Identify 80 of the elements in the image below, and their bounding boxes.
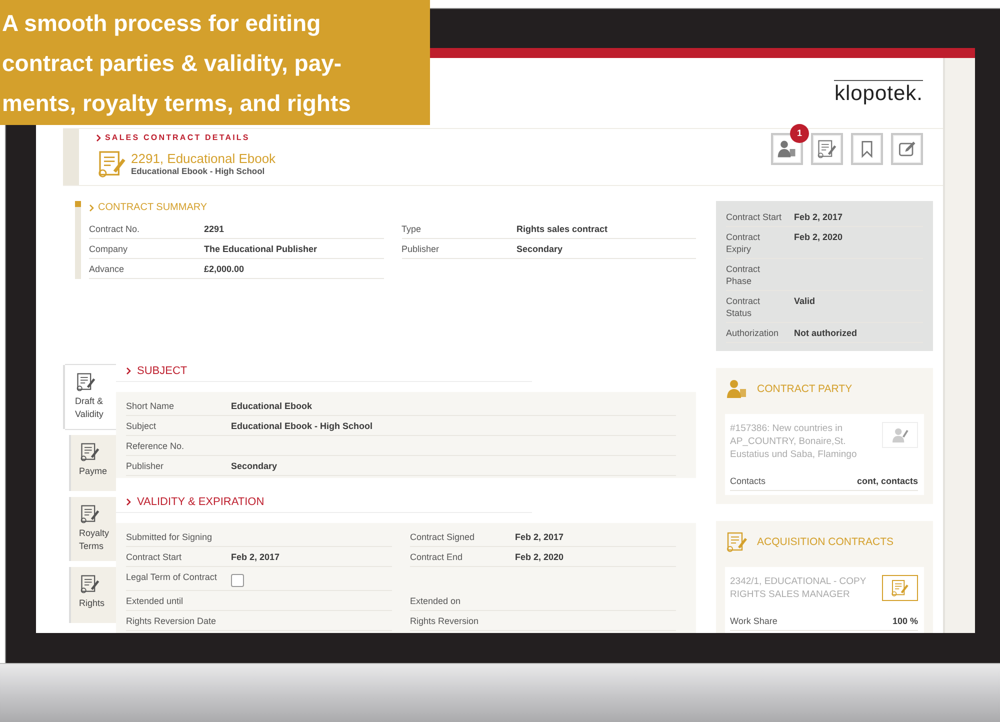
field-label: Short Name: [126, 400, 176, 412]
field-label: Rights Reversion: [410, 615, 480, 627]
field-value: Educational Ebook - High School: [231, 420, 374, 432]
field-label: Contract End: [410, 551, 464, 563]
section-heading: VALIDITY & EXPIRATION: [137, 496, 264, 508]
field-label: Contract Status: [726, 295, 762, 319]
document-pen-icon: [79, 441, 101, 463]
document-pen-icon: [725, 530, 749, 554]
side-tab[interactable]: Draft & Validity: [65, 365, 116, 429]
contract-title: 2291, Educational Ebook: [131, 152, 276, 166]
side-tab[interactable]: Royalty Terms: [71, 497, 116, 561]
bookmark-button[interactable]: [851, 133, 883, 165]
field-value: The Educational Publisher: [204, 243, 318, 255]
field-label: Legal Term of Contract: [126, 571, 218, 583]
field-label: Contract Start: [126, 551, 183, 563]
field-label: Company: [89, 243, 129, 255]
field-label: Authorization: [726, 327, 780, 339]
field-value: Valid: [794, 295, 816, 307]
banner-text: ments, royalty terms, and rights: [2, 89, 352, 118]
field-label: Extended until: [126, 595, 184, 607]
contract-subtitle: Educational Ebook - High School: [131, 166, 266, 176]
field-label: Subject: [126, 420, 158, 432]
chevron-icon: [126, 498, 132, 506]
banner-text: contract parties & validity, pay-: [2, 49, 343, 78]
field-label: Type: [402, 223, 422, 235]
breadcrumb: SALES CONTRACT DETAILS: [105, 133, 250, 142]
field-value: Feb 2, 2020: [515, 551, 565, 563]
field-value: 100 %: [891, 615, 918, 627]
field-value: Feb 2, 2017: [515, 531, 565, 543]
field-label: Rights Reversion Date: [126, 615, 218, 627]
document-pen-icon: [75, 371, 97, 393]
field-label: Publisher: [126, 460, 165, 472]
field-value: Educational Ebook: [231, 400, 314, 412]
field-value: Secondary: [231, 460, 278, 472]
field-value: 2291: [204, 223, 226, 235]
checkbox[interactable]: [231, 574, 244, 587]
side-tab[interactable]: Rights: [71, 567, 116, 623]
people-icon: [776, 138, 798, 160]
field-value: Rights sales contract: [516, 223, 609, 235]
field-label: Contract Signed: [410, 531, 476, 543]
field-label: Work Share: [730, 615, 778, 627]
card-heading: ACQUISITION CONTRACTS: [757, 536, 894, 548]
banner-text: A smooth process for editing: [2, 9, 322, 38]
field-label: Contract Expiry: [726, 231, 762, 255]
card-text: #157386: New countries in AP_COUNTRY, Bonaire,St. Eustatius und Saba, Flamingo: [730, 422, 858, 461]
chevron-icon: [96, 134, 102, 142]
field-label: Reference No.: [126, 440, 186, 452]
section-heading: SUBJECT: [137, 365, 188, 377]
field-label: Publisher: [402, 243, 440, 255]
field-value: Feb 2, 2017: [794, 211, 844, 223]
document-pen-icon: [890, 578, 910, 598]
edit-button[interactable]: [891, 133, 923, 165]
field-label: Submitted for Signing: [126, 531, 214, 543]
field-value: cont, contacts: [856, 475, 918, 487]
chevron-icon: [126, 367, 132, 375]
icon-button[interactable]: [882, 575, 918, 601]
document-pen-icon: [816, 138, 838, 160]
field-label: Advance: [89, 263, 126, 275]
document-pen-icon: [79, 573, 101, 595]
field-value: Feb 2, 2017: [231, 551, 281, 563]
chevron-icon: [89, 204, 95, 212]
field-label: Contacts: [730, 475, 767, 487]
logo: klopotek.: [834, 80, 923, 106]
card-heading: CONTRACT PARTY: [757, 383, 852, 395]
people-icon: [725, 377, 749, 401]
field-label: Contract Start: [726, 211, 783, 223]
field-value: Secondary: [516, 243, 564, 255]
field-value: £2,000.00: [204, 263, 246, 275]
field-label: Contract No.: [89, 223, 141, 235]
contract-button[interactable]: [811, 133, 843, 165]
side-tab[interactable]: Payme: [71, 435, 116, 491]
field-value: Feb 2, 2020: [794, 231, 844, 243]
document-pen-icon: [96, 148, 128, 180]
field-value: Not authorized: [794, 327, 858, 339]
card-text: 2342/1, EDUCATIONAL - COPY RIGHTS SALES MANAGER: [730, 575, 868, 601]
notification-badge: 1: [790, 124, 809, 143]
document-pen-icon: [79, 503, 101, 525]
field-label: Contract Phase: [726, 263, 762, 287]
field-label: Extended on: [410, 595, 462, 607]
section-heading: CONTRACT SUMMARY: [98, 202, 208, 213]
